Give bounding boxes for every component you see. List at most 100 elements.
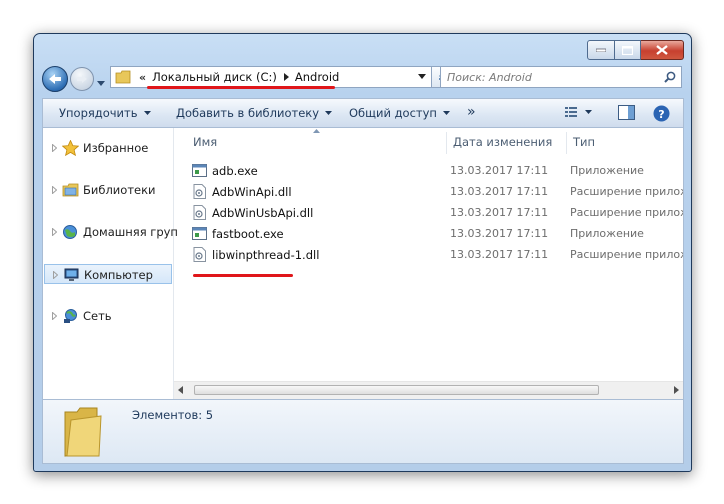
exe-icon <box>192 164 207 177</box>
help-icon: ? <box>653 105 670 122</box>
expand-arrow-icon[interactable] <box>52 186 57 194</box>
file-date: 13.03.2017 17:11 <box>450 164 549 177</box>
horizontal-scrollbar[interactable] <box>174 381 683 399</box>
organize-label: Упорядочить <box>59 106 138 120</box>
file-date: 13.03.2017 17:11 <box>450 227 549 240</box>
column-header-type[interactable]: Тип <box>566 128 683 154</box>
folder-icon <box>115 70 131 84</box>
scrollbar-thumb[interactable] <box>194 385 599 395</box>
search-icon[interactable] <box>664 71 676 83</box>
file-name: fastboot.exe <box>212 227 284 241</box>
expand-arrow-icon[interactable] <box>52 144 57 152</box>
file-row[interactable]: libwinpthread-1.dll 13.03.2017 17:11 Рас… <box>188 244 683 265</box>
address-bar[interactable]: « Локальный диск (C:) Android <box>110 66 432 88</box>
dll-icon <box>193 184 206 199</box>
view-options-button[interactable] <box>565 105 595 122</box>
navigation-pane: Избранное Библиотеки Домашняя груп Компь… <box>43 128 178 399</box>
more-commands-button[interactable]: » <box>467 104 476 120</box>
chevron-down-icon[interactable] <box>418 74 426 79</box>
help-button[interactable]: ? <box>653 105 670 125</box>
minimize-button[interactable] <box>587 40 615 60</box>
file-name: libwinpthread-1.dll <box>212 248 320 262</box>
exe-icon <box>192 227 207 240</box>
expand-arrow-icon[interactable] <box>53 271 58 279</box>
preview-pane-button[interactable] <box>618 105 636 124</box>
file-row[interactable]: adb.exe 13.03.2017 17:11 Приложение <box>188 160 683 181</box>
view-list-icon <box>565 107 592 117</box>
add-to-library-label: Добавить в библиотеку <box>176 106 320 120</box>
forward-button[interactable] <box>70 67 94 91</box>
navigation-bar: « Локальный диск (C:) Android Поиск: And… <box>34 62 691 92</box>
column-date-label: Дата изменения <box>453 135 553 149</box>
nav-item-network[interactable]: Сеть <box>43 306 173 326</box>
file-row[interactable]: AdbWinApi.dll 13.03.2017 17:11 Расширени… <box>188 181 683 202</box>
dll-icon <box>193 205 206 220</box>
recent-pages-dropdown[interactable] <box>97 75 105 89</box>
share-label: Общий доступ <box>349 106 437 120</box>
folder-icon <box>64 407 102 457</box>
add-to-library-button[interactable]: Добавить в библиотеку <box>176 106 333 120</box>
minimize-icon <box>596 48 606 52</box>
chevron-right-icon[interactable] <box>283 73 289 81</box>
back-button[interactable] <box>42 66 68 92</box>
scroll-right-icon[interactable] <box>674 386 679 394</box>
nav-label-network: Сеть <box>83 309 112 323</box>
address-highlight-underline <box>147 86 335 89</box>
window-controls <box>587 40 684 60</box>
nav-label-homegroup: Домашняя груп <box>83 225 178 239</box>
explorer-window: « Локальный диск (C:) Android Поиск: And… <box>33 33 692 472</box>
nav-item-homegroup[interactable]: Домашняя груп <box>43 222 178 242</box>
nav-item-computer[interactable]: Компьютер <box>44 264 172 284</box>
breadcrumb-android[interactable]: Android <box>295 70 339 84</box>
file-date: 13.03.2017 17:11 <box>450 206 549 219</box>
item-count: Элементов: 5 <box>132 408 214 422</box>
file-type: Расширение приложения <box>570 248 683 261</box>
nav-label-libraries: Библиотеки <box>83 183 156 197</box>
file-name: adb.exe <box>212 164 258 178</box>
column-header-name[interactable]: Имя <box>174 128 446 154</box>
chevron-down-icon <box>442 111 450 115</box>
expand-arrow-icon[interactable] <box>52 228 57 236</box>
share-button[interactable]: Общий доступ <box>349 106 450 120</box>
svg-text:?: ? <box>658 108 664 121</box>
breadcrumb-drive[interactable]: Локальный диск (C:) <box>152 70 277 84</box>
search-box[interactable]: Поиск: Android <box>440 66 682 88</box>
chevron-down-icon <box>143 111 151 115</box>
expand-arrow-icon[interactable] <box>52 312 57 320</box>
chevron-down-icon <box>97 81 105 86</box>
star-icon <box>62 140 79 156</box>
file-type: Расширение приложения <box>570 185 683 198</box>
organize-button[interactable]: Упорядочить <box>59 106 151 120</box>
file-date: 13.03.2017 17:11 <box>450 248 549 261</box>
file-list: Имя Дата изменения Тип adb.exe 13.03.201… <box>174 128 683 399</box>
main-pane: Избранное Библиотеки Домашняя груп Компь… <box>42 128 684 400</box>
dll-icon <box>193 247 206 262</box>
file-row[interactable]: fastboot.exe 13.03.2017 17:11 Приложение <box>188 223 683 244</box>
scroll-left-icon[interactable] <box>178 386 183 394</box>
computer-icon <box>64 268 79 281</box>
more-commands-label: » <box>467 104 476 120</box>
arrow-right-icon <box>77 75 87 83</box>
maximize-icon <box>622 45 633 55</box>
command-bar: Упорядочить Добавить в библиотеку Общий … <box>42 98 684 128</box>
breadcrumb-overflow[interactable]: « <box>139 71 146 84</box>
file-date: 13.03.2017 17:11 <box>450 185 549 198</box>
network-icon <box>64 309 77 323</box>
nav-item-libraries[interactable]: Библиотеки <box>43 180 173 200</box>
chevron-down-icon <box>325 111 333 115</box>
maximize-button[interactable] <box>615 40 641 60</box>
details-pane: Элементов: 5 <box>42 400 684 464</box>
preview-pane-icon <box>618 105 635 120</box>
arrow-left-icon <box>49 74 61 84</box>
nav-label-favorites: Избранное <box>83 141 149 155</box>
filename-highlight-underline <box>193 274 293 277</box>
file-type: Расширение приложения <box>570 206 683 219</box>
libraries-icon <box>62 183 79 197</box>
nav-label-computer: Компьютер <box>84 268 153 282</box>
search-placeholder[interactable]: Поиск: Android <box>447 71 532 84</box>
column-header-date[interactable]: Дата изменения <box>446 128 566 154</box>
close-button[interactable] <box>641 40 684 60</box>
nav-item-favorites[interactable]: Избранное <box>43 138 173 158</box>
file-row[interactable]: AdbWinUsbApi.dll 13.03.2017 17:11 Расшир… <box>188 202 683 223</box>
close-icon <box>656 45 668 55</box>
